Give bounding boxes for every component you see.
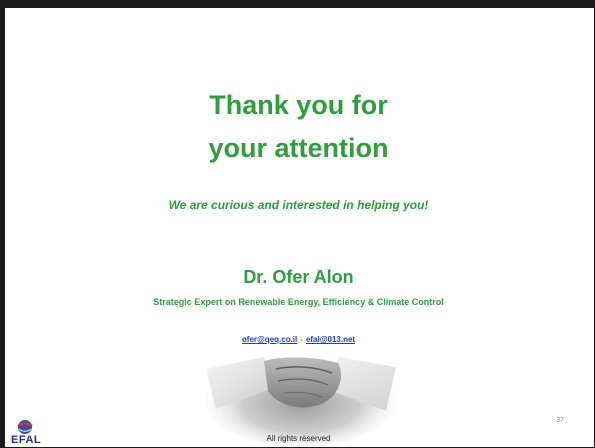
- contact-links: ofer@qeq.co.il - efal@013.net: [1, 335, 594, 344]
- slide: Thank you for your attention We are curi…: [0, 0, 595, 448]
- email-link-1[interactable]: ofer@qeq.co.il: [242, 335, 297, 344]
- email-link-2[interactable]: efal@013.net: [306, 335, 355, 344]
- presenter-name: Dr. Ofer Alon: [243, 267, 354, 287]
- slide-title-line-2: your attention: [208, 133, 389, 163]
- footer-text: All rights reserved: [266, 434, 331, 443]
- handshake-image: [206, 351, 396, 443]
- slide-left-border: [1, 1, 5, 447]
- page-number: 37: [556, 417, 564, 424]
- slide-top-border: [1, 1, 594, 8]
- presenter-role: Strategic Expert on Renewable Energy, Ef…: [153, 297, 444, 307]
- slide-subtitle: We are curious and interested in helping…: [168, 198, 429, 212]
- email-separator: -: [300, 335, 303, 344]
- slide-title-line-1: Thank you for: [209, 90, 388, 120]
